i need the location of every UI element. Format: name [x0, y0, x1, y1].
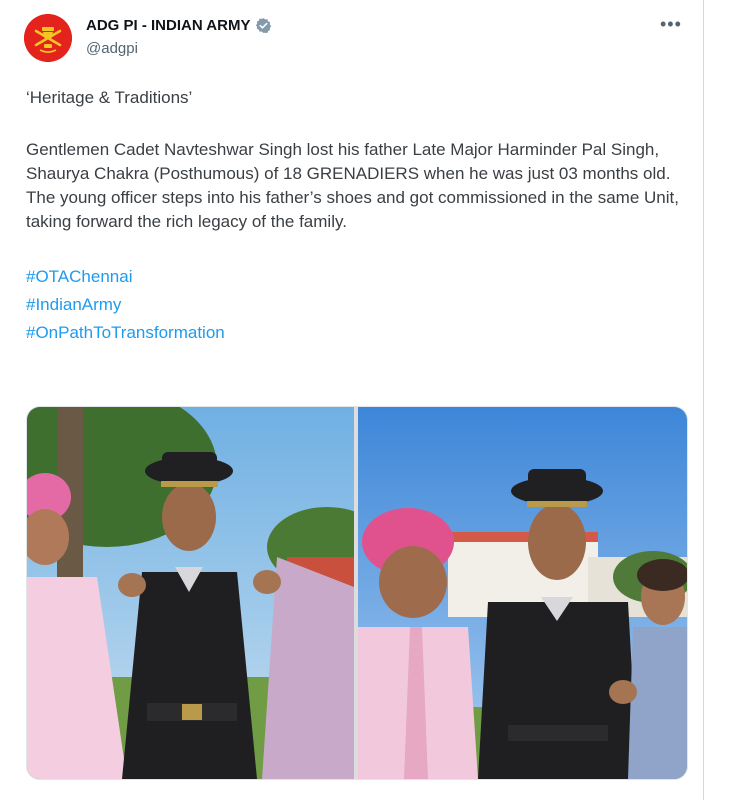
tweet-text: ‘Heritage & Traditions’ Gentlemen Cadet … [26, 86, 686, 347]
account-name-row: ADG PI - INDIAN ARMY [86, 17, 272, 34]
tweet-title: ‘Heritage & Traditions’ [26, 88, 193, 107]
hashtag-link[interactable]: #OTAChennai [26, 263, 686, 291]
timeline-divider [703, 0, 704, 800]
army-emblem-icon [24, 14, 72, 62]
tweet-media[interactable] [26, 406, 688, 780]
hashtag-link[interactable]: #IndianArmy [26, 291, 686, 319]
tweet-paragraph: Gentlemen Cadet Navteshwar Singh lost hi… [26, 140, 679, 231]
hashtag-link[interactable]: #OnPathToTransformation [26, 319, 686, 347]
verified-badge-icon [256, 18, 272, 34]
more-options-icon[interactable]: ••• [660, 14, 682, 35]
photo-commissioning-ceremony-2[interactable] [358, 407, 687, 779]
account-handle[interactable]: @adgpi [86, 40, 138, 57]
tweet-card: ADG PI - INDIAN ARMY @adgpi ••• ‘Heritag… [0, 0, 734, 800]
account-name[interactable]: ADG PI - INDIAN ARMY [86, 17, 250, 34]
hashtag-list: #OTAChennai #IndianArmy #OnPathToTransfo… [26, 263, 686, 347]
photo-commissioning-ceremony-1[interactable] [27, 407, 354, 779]
account-avatar[interactable] [24, 14, 72, 62]
